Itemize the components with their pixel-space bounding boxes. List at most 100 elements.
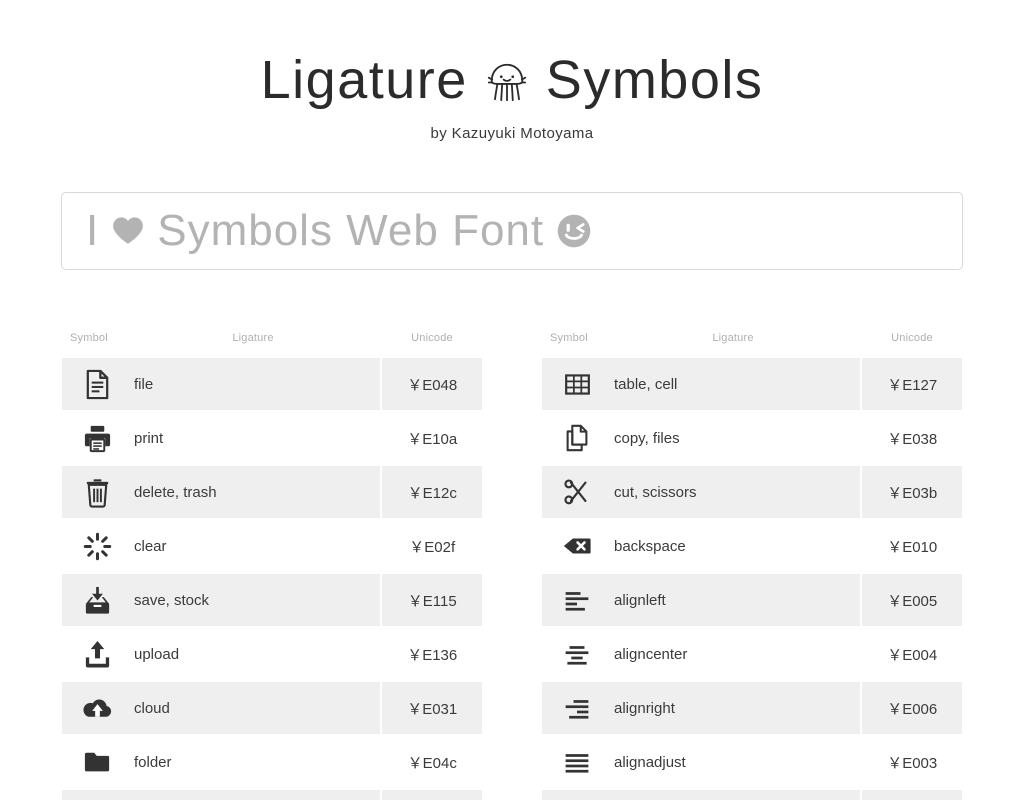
row-main-cell: upload xyxy=(62,628,381,680)
table-row[interactable]: copy, files ￥E038 xyxy=(542,412,962,464)
ligature-label: save, stock xyxy=(134,591,210,609)
row-main-cell: alignright xyxy=(542,682,861,734)
placeholder-text-1: I xyxy=(86,205,100,255)
row-main-cell: clear xyxy=(62,520,381,572)
row-main-cell: backspace xyxy=(542,520,861,572)
demo-input-placeholder: I Symbols Web Font xyxy=(86,206,592,256)
file-icon xyxy=(62,369,132,400)
cloud-icon xyxy=(62,693,132,724)
symbol-tables: Symbol Ligature Unicode file ￥E048 print… xyxy=(62,332,962,800)
row-main-cell: table, cell xyxy=(542,358,861,410)
column-header-unicode: Unicode xyxy=(891,332,933,344)
table-row[interactable]: alignleft ￥E005 xyxy=(542,574,962,626)
column-header-symbol: Symbol xyxy=(70,332,108,344)
folder-icon xyxy=(62,747,132,778)
demo-input-wrapper: I Symbols Web Font xyxy=(61,191,963,270)
scissors-icon xyxy=(542,477,612,507)
page-header: Ligature Symbols by Kazuyuki Motoyama xyxy=(0,0,1024,142)
table-row[interactable]: clear ￥E02f xyxy=(62,520,482,572)
row-main-cell: aligncenter xyxy=(542,628,861,680)
table-row[interactable]: print ￥E10a xyxy=(62,412,482,464)
ligature-label: copy, files xyxy=(614,429,680,447)
ligature-symbols-page: Ligature Symbols by Kazuyuki Motoyama I … xyxy=(0,0,1024,800)
table-header-row: Symbol Ligature Unicode xyxy=(542,332,962,358)
column-header-ligature: Ligature xyxy=(712,332,754,344)
column-header-ligature: Ligature xyxy=(232,332,274,344)
row-main-cell: copy, files xyxy=(542,412,861,464)
backspace-icon xyxy=(542,531,612,561)
ligature-label: cloud xyxy=(134,699,170,717)
table-row-partial[interactable] xyxy=(62,790,482,800)
ligature-label: alignadjust xyxy=(614,753,686,771)
page-title-part1: Ligature xyxy=(260,50,468,110)
table-row[interactable]: alignright ￥E006 xyxy=(542,682,962,734)
row-main-cell: alignadjust xyxy=(542,736,861,788)
unicode-label: ￥E005 xyxy=(862,574,962,626)
unicode-label: ￥E115 xyxy=(382,574,482,626)
ligature-label: folder xyxy=(134,753,172,771)
table-row-partial[interactable] xyxy=(542,790,962,800)
trash-icon xyxy=(62,477,132,508)
page-title-part2: Symbols xyxy=(545,50,764,110)
row-main-cell: print xyxy=(62,412,381,464)
print-icon xyxy=(62,423,132,454)
spinner-icon xyxy=(62,532,132,561)
ligature-label: alignright xyxy=(614,699,675,717)
row-main-cell: save, stock xyxy=(62,574,381,626)
placeholder-text-2: Symbols Web Font xyxy=(157,205,545,255)
row-main-cell: cut, scissors xyxy=(542,466,861,518)
align-left-icon xyxy=(542,586,612,614)
ligature-label: alignleft xyxy=(614,591,666,609)
table-row[interactable]: file ￥E048 xyxy=(62,358,482,410)
row-main-cell: folder xyxy=(62,736,381,788)
column-header-symbol: Symbol xyxy=(550,332,588,344)
unicode-label: ￥E003 xyxy=(862,736,962,788)
save-tray-icon xyxy=(62,585,132,616)
copy-files-icon xyxy=(542,423,612,453)
wink-smiley-icon xyxy=(556,213,592,249)
row-main-cell: delete, trash xyxy=(62,466,381,518)
table-row[interactable]: upload ￥E136 xyxy=(62,628,482,680)
unicode-label: ￥E127 xyxy=(862,358,962,410)
ligature-label: backspace xyxy=(614,537,686,555)
align-adjust-icon xyxy=(542,748,612,776)
table-row[interactable]: cloud ￥E031 xyxy=(62,682,482,734)
table-row[interactable]: backspace ￥E010 xyxy=(542,520,962,572)
symbol-table-left: Symbol Ligature Unicode file ￥E048 print… xyxy=(62,332,482,800)
heart-icon xyxy=(111,214,145,248)
table-row[interactable]: alignadjust ￥E003 xyxy=(542,736,962,788)
table-row[interactable]: delete, trash ￥E12c xyxy=(62,466,482,518)
page-subtitle: by Kazuyuki Motoyama xyxy=(430,124,594,142)
align-right-icon xyxy=(542,694,612,722)
table-row[interactable]: folder ￥E04c xyxy=(62,736,482,788)
table-row[interactable]: cut, scissors ￥E03b xyxy=(542,466,962,518)
unicode-label: ￥E04c xyxy=(382,736,482,788)
unicode-label: ￥E136 xyxy=(382,628,482,680)
table-row[interactable]: aligncenter ￥E004 xyxy=(542,628,962,680)
row-main-cell xyxy=(542,790,861,800)
unicode-label xyxy=(382,790,482,800)
ligature-label: file xyxy=(134,375,154,393)
unicode-label: ￥E031 xyxy=(382,682,482,734)
row-main-cell xyxy=(62,790,381,800)
table-row[interactable]: table, cell ￥E127 xyxy=(542,358,962,410)
unicode-label: ￥E006 xyxy=(862,682,962,734)
unicode-label: ￥E12c xyxy=(382,466,482,518)
ligature-label: delete, trash xyxy=(134,483,217,501)
row-main-cell: alignleft xyxy=(542,574,861,626)
unicode-label: ￥E10a xyxy=(382,412,482,464)
page-title: Ligature Symbols xyxy=(0,52,1024,109)
column-header-unicode: Unicode xyxy=(411,332,453,344)
ligature-label: upload xyxy=(134,645,180,663)
ligature-demo-input[interactable]: I Symbols Web Font xyxy=(61,191,963,270)
unicode-label: ￥E03b xyxy=(862,466,962,518)
unicode-label xyxy=(862,790,962,800)
table-row[interactable]: save, stock ￥E115 xyxy=(62,574,482,626)
symbol-table-right: Symbol Ligature Unicode table, cell ￥E12… xyxy=(542,332,962,800)
ligature-label: print xyxy=(134,429,164,447)
unicode-label: ￥E010 xyxy=(862,520,962,572)
table-header-row: Symbol Ligature Unicode xyxy=(62,332,482,358)
jellyfish-icon xyxy=(484,59,530,105)
unicode-label: ￥E004 xyxy=(862,628,962,680)
table-grid-icon xyxy=(542,370,612,399)
